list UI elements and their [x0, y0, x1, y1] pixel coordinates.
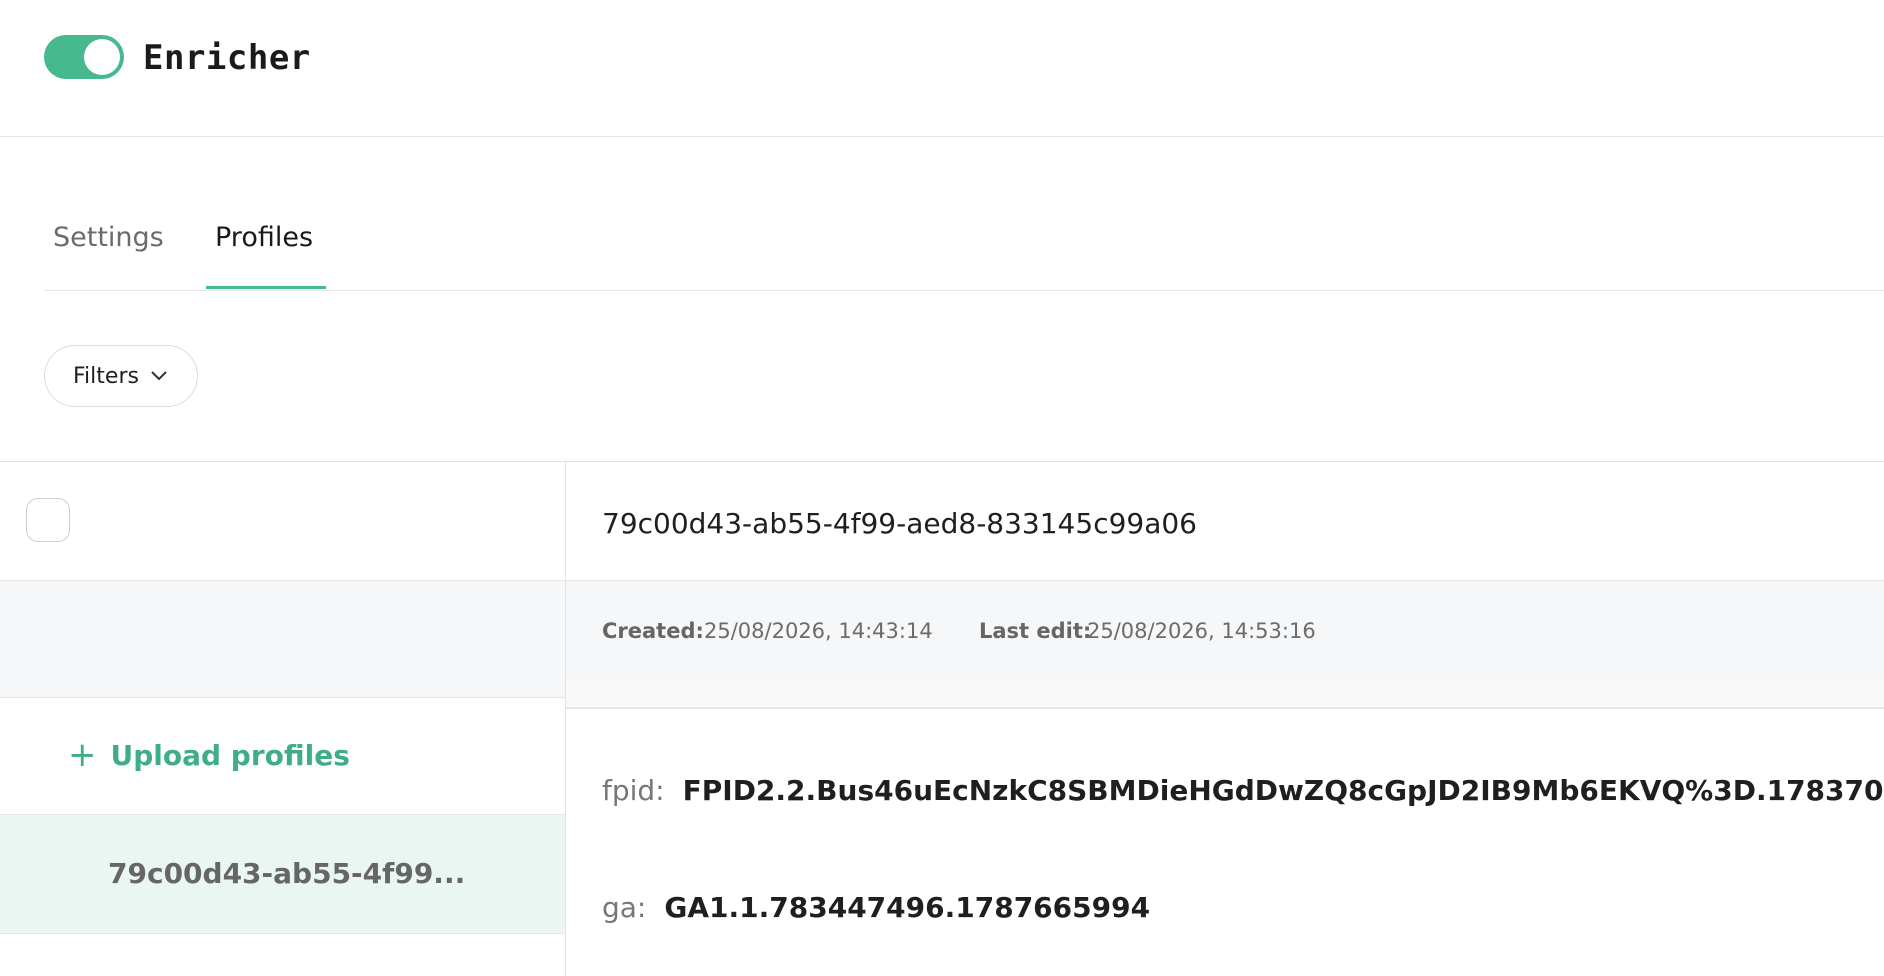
- profiles-list-panel: + Upload profiles 79c00d43-ab55-4f99...: [0, 462, 566, 976]
- field-key: fpid:: [602, 774, 665, 807]
- select-all-checkbox[interactable]: [26, 498, 70, 542]
- tab-bar: Settings Profiles: [44, 212, 1884, 291]
- last-edit-label: Last edit:: [979, 619, 1092, 643]
- last-edit-value: 25/08/2026, 14:53:16: [1087, 619, 1316, 643]
- plus-icon: +: [68, 735, 97, 775]
- list-spacer: [0, 580, 565, 698]
- enricher-toggle[interactable]: [44, 35, 124, 79]
- profile-id: 79c00d43-ab55-4f99-aed8-833145c99a06: [602, 507, 1197, 540]
- field-key: ga:: [602, 891, 647, 924]
- app-title: Enricher: [143, 38, 311, 78]
- filters-label: Filters: [73, 363, 139, 389]
- app-header: Enricher: [0, 0, 1884, 137]
- profile-meta-bar: Created: 25/08/2026, 14:43:14 Last edit:…: [566, 580, 1884, 682]
- list-item-label: 79c00d43-ab55-4f99...: [108, 857, 466, 890]
- active-tab-indicator: [206, 286, 326, 289]
- profile-field-ga: ga: GA1.1.783447496.1787665994: [602, 891, 1150, 924]
- profile-detail-panel: 79c00d43-ab55-4f99-aed8-833145c99a06 Cre…: [566, 462, 1884, 976]
- created-value: 25/08/2026, 14:43:14: [704, 619, 933, 643]
- field-value: GA1.1.783447496.1787665994: [664, 891, 1151, 924]
- list-item[interactable]: 79c00d43-ab55-4f99...: [0, 814, 565, 934]
- tab-settings[interactable]: Settings: [53, 222, 164, 273]
- upload-profiles-button[interactable]: + Upload profiles: [68, 735, 350, 775]
- upload-profiles-label: Upload profiles: [110, 738, 350, 772]
- tab-profiles[interactable]: Profiles: [215, 222, 313, 273]
- created-label: Created:: [602, 619, 704, 643]
- field-value: FPID2.2.Bus46uEcNzkC8SBMDieHGdDwZQ8cGpJD…: [682, 774, 1884, 807]
- chevron-down-icon: [151, 371, 167, 381]
- toggle-knob: [84, 39, 120, 75]
- profile-field-fpid: fpid: FPID2.2.Bus46uEcNzkC8SBMDieHGdDwZQ…: [602, 774, 1884, 807]
- detail-subbar: [566, 681, 1884, 709]
- filters-button[interactable]: Filters: [44, 345, 198, 407]
